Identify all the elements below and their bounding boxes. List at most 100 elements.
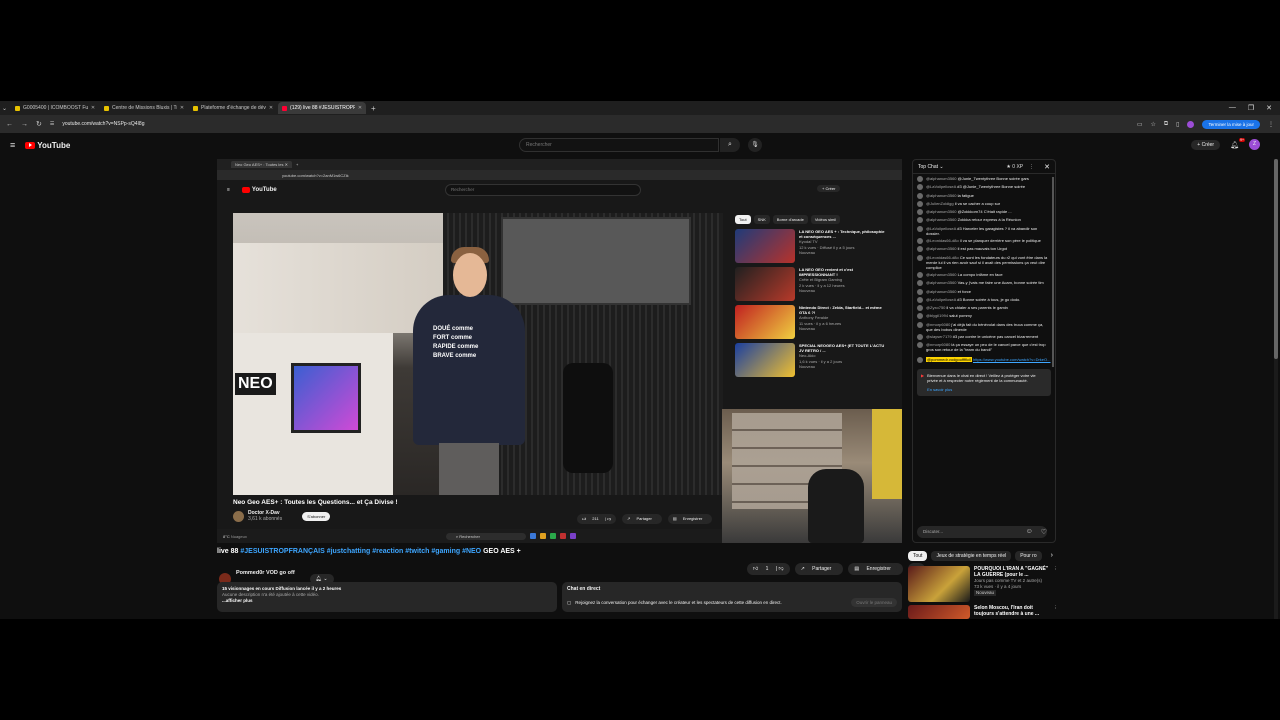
open-panel-button[interactable]: Ouvrir le panneau [851, 598, 897, 607]
side-rec-thumb[interactable] [908, 566, 970, 602]
microphone-icon[interactable]: 🎙︎ [748, 138, 762, 152]
chat-username[interactable]: @slayser7179 [926, 334, 952, 339]
search-input[interactable]: Rechercher [519, 138, 719, 152]
chat-link[interactable]: https://www.youtube.com/watch?v=DrkeO... [973, 357, 1050, 362]
heart-icon[interactable]: ♡ [1041, 528, 1047, 536]
chat-message: @alphanum3560 La compo infâme en face [917, 271, 1051, 278]
browser-window: ⌄ G0005400 | ICOMBOOST Future✕ Centre de… [0, 101, 1280, 619]
chat-text: il va se cacher a coup sur [954, 200, 1001, 206]
chat-message-body: @alphanum3560 il est pas mauvais ton Urg… [926, 246, 1007, 252]
account-avatar[interactable]: Z [1249, 139, 1260, 150]
reload-icon[interactable]: ↻ [36, 120, 42, 128]
emoji-icon[interactable]: ☺ [1026, 528, 1033, 536]
side-rec-menu-icon[interactable]: ⋮ [1054, 566, 1059, 602]
desc-more-link[interactable]: ...afficher plus [222, 598, 253, 603]
sidepanel-icon[interactable]: ▯ [1176, 121, 1179, 128]
profile-avatar[interactable] [1187, 120, 1195, 128]
share-button[interactable]: ↗ Partager [794, 563, 844, 575]
side-rec-title[interactable]: POURQUOI L'IRAN A "GAGNÉ" LA GUERRE (pou… [974, 566, 1050, 578]
minimize-icon[interactable]: — [1229, 104, 1236, 112]
inner-create-button: + Créer [817, 185, 841, 192]
youtube-favicon-icon [282, 105, 288, 111]
chat-avatar [917, 334, 923, 341]
like-button[interactable]: 👍︎ 1 | 👎︎ [747, 563, 790, 575]
page-scrollbar-thumb[interactable] [1274, 159, 1278, 359]
chat-username[interactable]: @alphanum3560 [926, 272, 957, 277]
url-field[interactable]: youtube.com/watch?v=NSPp-sQ4I8g [62, 121, 144, 127]
shirt-line: BRAVE comme [433, 353, 477, 359]
cast-icon[interactable]: ▭ [1137, 121, 1143, 128]
inner-rec-badge: Nouveau [799, 325, 816, 331]
browser-tab[interactable]: G0005400 | ICOMBOOST Future✕ [11, 102, 99, 114]
close-chat-icon[interactable]: ✕ [1044, 163, 1050, 171]
notifications-bell-icon[interactable]: 🔔︎ 9+ [1230, 137, 1245, 149]
chat-text: Vas-y j'vais me faire une Acam, bonne so… [957, 280, 1044, 286]
close-tab-icon[interactable]: ✕ [358, 105, 362, 111]
close-tab-icon[interactable]: ✕ [91, 105, 95, 111]
chat-username[interactable]: @blygil1994 [926, 313, 948, 318]
save-button[interactable]: ▤ Enregistrer [848, 563, 903, 575]
title-hashtags[interactable]: #JESUISTROPFRANÇAIS #justchatting #react… [240, 548, 481, 555]
site-info-icon[interactable]: ☰ [50, 121, 54, 127]
chat-username[interactable]: @alphanum3560 [926, 280, 957, 285]
learn-more-link[interactable]: En savoir plus [927, 387, 1047, 392]
inner-share-label: Partager [631, 514, 657, 523]
chat-username[interactable]: @LaVoilpelloseA [926, 297, 956, 302]
chat-menu-dots-icon[interactable]: ⋮ [1029, 164, 1034, 170]
side-rec-title[interactable]: Selon Moscou, l'Iran doit toujours s'att… [974, 605, 1050, 617]
new-tab-icon[interactable]: + [371, 104, 376, 113]
side-chip-bar: Tout Jeux de stratégie en temps réel Pou… [908, 550, 1058, 561]
side-rec-item[interactable]: POURQUOI L'IRAN A "GAGNÉ" LA GUERRE (pou… [908, 566, 1058, 602]
weather-temp: 8°C [223, 533, 230, 539]
close-tab-icon[interactable]: ✕ [269, 105, 273, 111]
channel-name[interactable]: Pommed0r VOD go off [236, 570, 295, 576]
inner-rec-item: Nintendo Direct : Zelda, Starfield... et… [735, 305, 885, 341]
chat-username[interactable]: @LaVoilpelloseA [926, 184, 956, 189]
forward-icon[interactable]: → [21, 121, 28, 128]
maximize-icon[interactable]: ❐ [1248, 104, 1254, 112]
chat-username[interactable]: @alphanum3560 [926, 217, 957, 222]
finish-update-button[interactable]: Terminer la mise à jour [1202, 119, 1260, 129]
chat-message: @alphanum3560 il est pas mauvais ton Urg… [917, 246, 1051, 253]
page-scrollbar[interactable] [1274, 159, 1278, 619]
inner-new-tab-icon: + [295, 162, 299, 167]
side-rec-thumb[interactable] [908, 605, 970, 619]
video-player[interactable]: Neo Geo AES+ : Toutes les ✕ + youtube.com… [217, 159, 902, 543]
youtube-logo[interactable]: YouTube [25, 141, 70, 150]
menu-dots-icon[interactable]: ⋮ [1268, 121, 1274, 128]
bookmark-star-icon[interactable]: ☆ [1150, 121, 1155, 128]
side-rec-menu-icon[interactable]: ⋮ [1054, 605, 1059, 619]
search-icon[interactable]: ⌕ [720, 138, 740, 152]
favicon-icon [193, 105, 199, 111]
chat-username[interactable]: @alphanum3560 [926, 193, 957, 198]
extensions-icon[interactable]: ⧉ [1164, 121, 1168, 128]
chat-username[interactable]: @alphanum3560 [926, 289, 957, 294]
side-rec-item[interactable]: Selon Moscou, l'Iran doit toujours s'att… [908, 605, 1058, 619]
chat-username[interactable]: @alphanum3560 [926, 209, 957, 214]
chevron-right-icon[interactable]: › [1046, 550, 1058, 561]
chat-username[interactable]: @Zyxo750 [926, 305, 945, 310]
chat-username[interactable]: @alphanum3560 [926, 176, 957, 181]
back-icon[interactable]: ← [6, 121, 13, 128]
xp-badge[interactable]: ★ 0 XP [1006, 164, 1023, 170]
description-box[interactable]: 15 visionnages en cours Diffusion lancée… [217, 582, 557, 612]
video-title: live 88 #JESUISTROPFRANÇAIS #justchattin… [217, 548, 521, 555]
browser-tab[interactable]: Plateforme d'échange de dévi ✕ [189, 102, 277, 114]
tab-search-icon[interactable]: ⌄ [2, 105, 7, 112]
top-chat-dropdown[interactable]: Top Chat ⌄ [918, 164, 944, 170]
create-button[interactable]: + Créer [1191, 139, 1221, 150]
inner-tab-title: Neo Geo AES+ : Toutes les [235, 162, 284, 167]
chat-scrollbar[interactable] [1052, 177, 1054, 367]
close-window-icon[interactable]: ✕ [1266, 104, 1272, 112]
chat-username[interactable]: @JulienZoldigg [926, 201, 954, 206]
side-chip[interactable]: Tout [908, 550, 928, 561]
browser-tab-active[interactable]: (129) live 88 #JESUISTROPFRA✕ [278, 102, 367, 114]
chat-message: @Leonidas66-d8o il va se planquer derriè… [917, 238, 1051, 245]
side-chip[interactable]: Pour ro [1015, 550, 1042, 561]
chat-username[interactable]: @Leonidas66-d8o [926, 238, 959, 243]
hamburger-menu-icon[interactable]: ≡ [10, 140, 15, 150]
browser-tab[interactable]: Centre de Missions Bluxis | Tr ✕ [100, 102, 188, 114]
close-tab-icon[interactable]: ✕ [180, 105, 184, 111]
chat-username[interactable]: @alphanum3560 [926, 246, 957, 251]
side-chip[interactable]: Jeux de stratégie en temps réel [931, 550, 1012, 561]
